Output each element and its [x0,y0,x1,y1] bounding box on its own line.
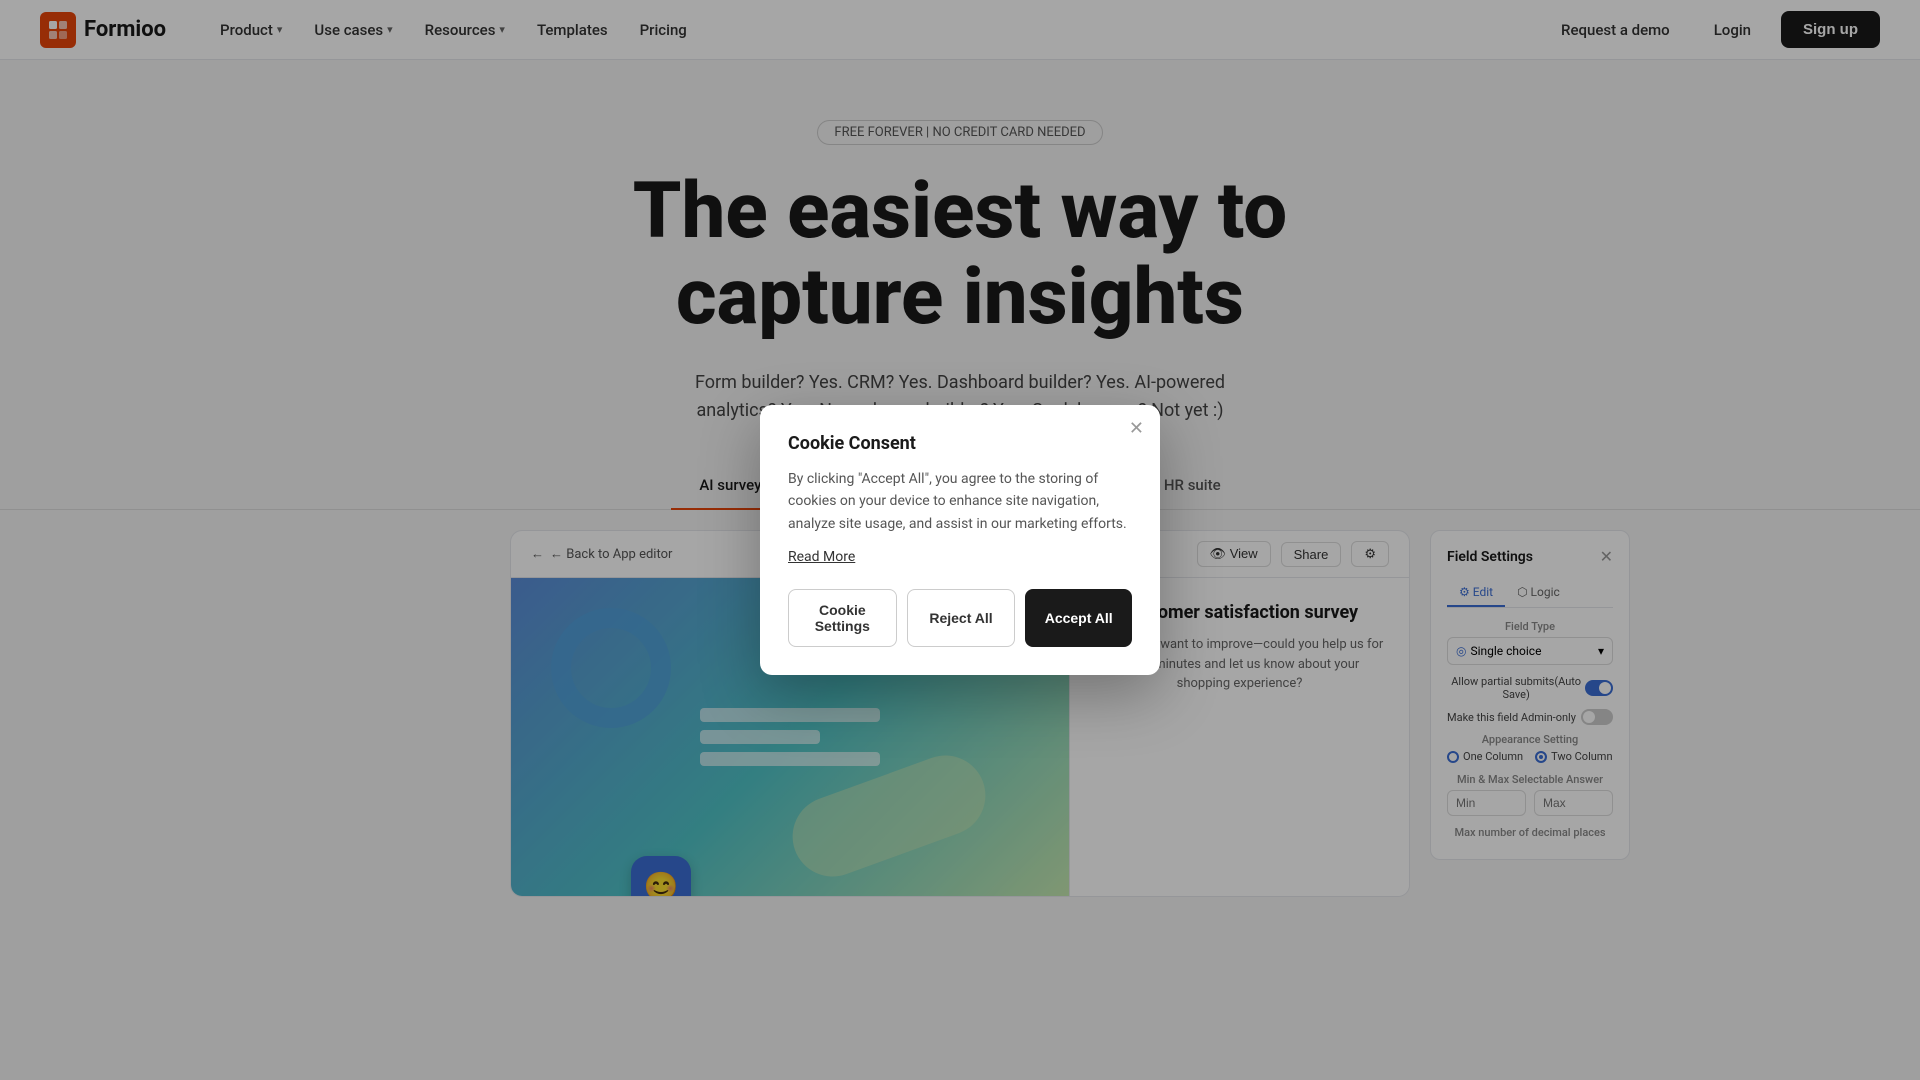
modal-overlay: ✕ Cookie Consent By clicking "Accept All… [0,0,1920,1080]
accept-all-button[interactable]: Accept All [1025,589,1132,647]
cookie-close-button[interactable]: ✕ [1129,419,1144,437]
cookie-body: By clicking "Accept All", you agree to t… [788,468,1132,535]
cookie-read-more-link[interactable]: Read More [788,549,1132,565]
cookie-buttons: Cookie Settings Reject All Accept All [788,589,1132,647]
cookie-settings-button[interactable]: Cookie Settings [788,589,897,647]
reject-all-button[interactable]: Reject All [907,589,1016,647]
cookie-title: Cookie Consent [788,433,1132,454]
cookie-consent-modal: ✕ Cookie Consent By clicking "Accept All… [760,405,1160,675]
